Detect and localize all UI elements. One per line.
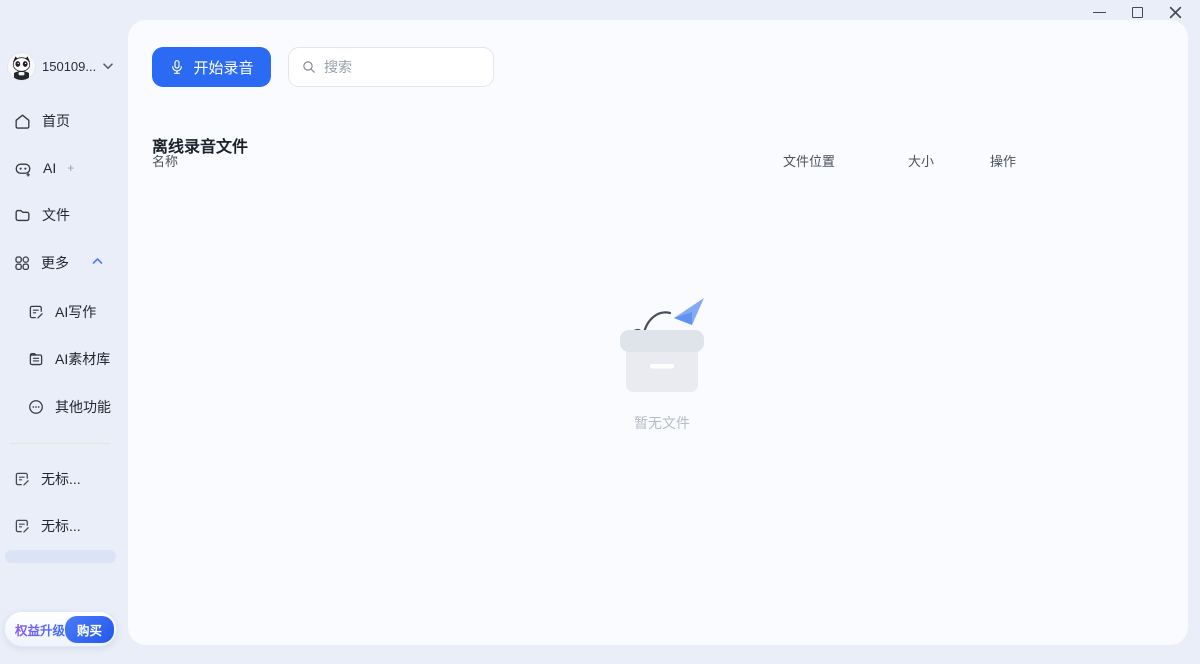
home-icon (13, 112, 32, 131)
minimize-icon (1093, 12, 1106, 13)
empty-state: 暂无文件 (582, 288, 742, 433)
cat-avatar-icon (8, 53, 35, 80)
sidebar-item-label: 无标... (41, 516, 81, 536)
empty-state-label: 暂无文件 (582, 413, 742, 433)
folder-icon (13, 206, 32, 225)
close-button[interactable] (1156, 0, 1194, 24)
sidebar-item-label: AI写作 (55, 302, 96, 322)
apps-grid-icon (13, 254, 31, 272)
sidebar-item-files[interactable]: 文件 (13, 202, 70, 228)
sidebar-item-label: AI素材库 (55, 349, 110, 369)
chevron-up-icon[interactable] (92, 257, 103, 265)
upgrade-banner[interactable]: 权益升级 购买 (4, 611, 117, 647)
close-icon (1169, 6, 1182, 19)
start-recording-label: 开始录音 (193, 57, 253, 78)
maximize-button[interactable] (1118, 0, 1156, 24)
user-name: 150109... (42, 59, 96, 74)
app-window: { "colors": { "primary": "#2b6bf3", "bac… (0, 0, 1200, 664)
search-input[interactable] (324, 59, 464, 75)
sidebar-item-ai-library[interactable]: AI素材库 (27, 346, 110, 372)
doc-edit-icon (13, 517, 31, 535)
sidebar-item-label: 首页 (42, 111, 70, 131)
sidebar-item-untitled-2[interactable]: 无标... (13, 513, 81, 539)
sidebar-divider (10, 443, 110, 444)
search-icon (301, 59, 317, 75)
sidebar: 150109... 首页 AI + 文件 更 (0, 0, 128, 664)
buy-button[interactable]: 购买 (65, 616, 114, 643)
ai-plus-suffix: + (67, 161, 74, 175)
column-header-name: 名称 (152, 151, 178, 170)
sidebar-item-label: 更多 (41, 253, 69, 273)
more-circle-icon (27, 398, 45, 416)
sidebar-clipped-item-highlight (5, 550, 116, 563)
column-header-size: 大小 (908, 151, 934, 170)
upgrade-label: 权益升级 (15, 620, 65, 639)
microphone-icon (169, 59, 185, 75)
sidebar-item-untitled-1[interactable]: 无标... (13, 466, 81, 492)
window-controls (1080, 0, 1194, 24)
sidebar-item-more[interactable]: 更多 (13, 250, 69, 276)
sidebar-item-other-functions[interactable]: 其他功能 (27, 394, 111, 420)
sidebar-item-home[interactable]: 首页 (13, 108, 70, 134)
sidebar-item-ai-writing[interactable]: AI写作 (27, 299, 96, 325)
doc-edit-icon (13, 470, 31, 488)
column-header-location: 文件位置 (783, 151, 835, 170)
library-icon (27, 350, 45, 368)
column-header-actions: 操作 (990, 151, 1016, 170)
sidebar-item-label: 其他功能 (55, 397, 111, 417)
chevron-down-icon (103, 63, 113, 70)
ai-robot-icon (13, 159, 33, 178)
sidebar-item-label: 无标... (41, 469, 81, 489)
doc-edit-icon (27, 303, 45, 321)
empty-box-paper-plane-illustration (592, 288, 732, 400)
search-box[interactable] (288, 47, 494, 87)
sidebar-item-label: 文件 (42, 205, 70, 225)
user-account-menu[interactable]: 150109... (8, 53, 113, 80)
sidebar-item-label: AI (43, 160, 56, 176)
sidebar-item-ai[interactable]: AI + (13, 155, 74, 181)
start-recording-button[interactable]: 开始录音 (152, 47, 271, 87)
minimize-button[interactable] (1080, 0, 1118, 24)
maximize-icon (1132, 7, 1143, 18)
main-panel: 开始录音 离线录音文件 名称 文件位置 大小 操作 暂无文件 (128, 20, 1188, 645)
